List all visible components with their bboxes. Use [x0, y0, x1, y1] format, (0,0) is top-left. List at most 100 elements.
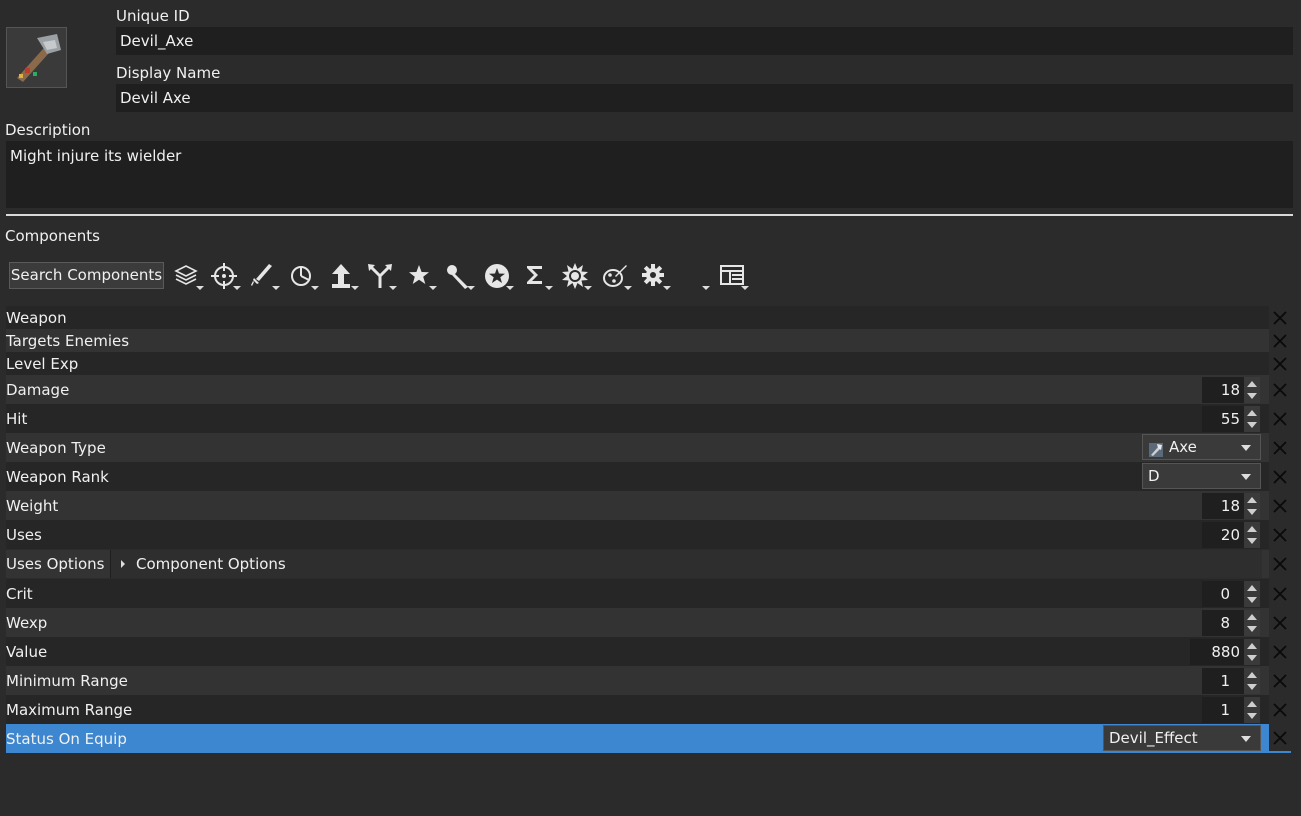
star-icon[interactable] [403, 259, 437, 293]
component-row-level-exp[interactable]: Level Exp [6, 352, 1269, 375]
spin-value: 18 [1220, 381, 1240, 399]
display-name-label: Display Name [116, 64, 221, 82]
spin-value: 20 [1220, 526, 1240, 544]
value-spinbox[interactable]: 880 [1190, 639, 1260, 665]
remove-damage-button[interactable] [1269, 375, 1291, 404]
crosshair-icon[interactable] [207, 259, 241, 293]
axe-icon [1149, 440, 1163, 464]
row-label: Damage [6, 380, 70, 399]
row-label: Weapon Rank [6, 467, 109, 486]
remove-weapon-button[interactable] [1269, 306, 1291, 329]
remove-maximum-range-button[interactable] [1269, 695, 1291, 724]
minimum-range-spinbox[interactable]: 1 [1202, 668, 1260, 694]
component-row-hit[interactable]: Hit 55 [6, 404, 1269, 433]
row-label: Maximum Range [6, 700, 133, 719]
sigma-icon[interactable] [519, 259, 553, 293]
remove-weapon-rank-button[interactable] [1269, 462, 1291, 491]
burst-icon[interactable] [558, 259, 592, 293]
unique-id-label: Unique ID [116, 7, 190, 25]
description-label: Description [5, 121, 91, 139]
spin-value: 1 [1220, 701, 1230, 719]
component-row-wexp[interactable]: Wexp 8 [6, 608, 1269, 637]
spin-value: 8 [1220, 614, 1230, 632]
blank-dropdown-icon[interactable] [676, 259, 710, 293]
weight-spinbox[interactable]: 18 [1202, 493, 1260, 519]
spin-value: 18 [1220, 497, 1240, 515]
staff-icon[interactable] [441, 259, 475, 293]
row-label: Minimum Range [6, 671, 128, 690]
component-row-minimum-range[interactable]: Minimum Range 1 [6, 666, 1269, 695]
remove-minimum-range-button[interactable] [1269, 666, 1291, 695]
remove-weight-button[interactable] [1269, 491, 1291, 520]
row-label: Value [6, 642, 48, 661]
component-row-targets-enemies[interactable]: Targets Enemies [6, 329, 1269, 352]
sword-icon[interactable] [246, 259, 280, 293]
weapon-type-value: Axe [1169, 438, 1197, 456]
pie-icon[interactable] [285, 259, 319, 293]
weapon-rank-value: D [1148, 467, 1160, 485]
component-row-maximum-range[interactable]: Maximum Range 1 [6, 695, 1269, 724]
component-options-expander[interactable]: Component Options [110, 550, 1262, 578]
branch-icon[interactable] [363, 259, 397, 293]
row-label: Crit [6, 584, 33, 603]
layers-icon[interactable] [170, 259, 204, 293]
remove-value-button[interactable] [1269, 637, 1291, 666]
remove-crit-button[interactable] [1269, 579, 1291, 608]
layout-icon[interactable] [715, 259, 749, 293]
spin-value: 880 [1211, 643, 1240, 661]
component-options-label: Component Options [136, 555, 286, 573]
weapon-rank-dropdown[interactable]: D [1142, 463, 1261, 489]
component-row-weapon-rank[interactable]: Weapon Rank D [6, 462, 1269, 491]
row-label: Uses [6, 525, 42, 544]
component-row-damage[interactable]: Damage 18 [6, 375, 1269, 404]
remove-status-on-equip-button[interactable] [1269, 724, 1291, 753]
unique-id-field[interactable]: Devil_Axe [116, 27, 1293, 55]
spin-value: 1 [1220, 672, 1230, 690]
gear-icon[interactable] [637, 259, 671, 293]
component-row-weapon[interactable]: Weapon [6, 306, 1269, 329]
row-label: Wexp [6, 613, 48, 632]
component-row-value[interactable]: Value 880 [6, 637, 1269, 666]
row-label: Weapon Type [6, 438, 106, 457]
expand-arrow-icon[interactable] [121, 560, 125, 568]
palette-icon[interactable] [598, 259, 632, 293]
display-name-field[interactable]: Devil Axe [116, 84, 1293, 112]
remove-hit-button[interactable] [1269, 404, 1291, 433]
level-up-icon[interactable] [325, 259, 359, 293]
status-on-equip-value: Devil_Effect [1109, 729, 1198, 747]
component-row-crit[interactable]: Crit 0 [6, 579, 1269, 608]
remove-weapon-type-button[interactable] [1269, 433, 1291, 462]
hit-spinbox[interactable]: 55 [1202, 406, 1260, 432]
row-label: Uses Options [6, 555, 105, 573]
remove-uses-button[interactable] [1269, 520, 1291, 549]
search-components-button[interactable]: Search Components [9, 262, 164, 289]
row-label: Weight [6, 496, 59, 515]
component-row-uses-options[interactable]: Uses Options Component Options [6, 550, 1269, 578]
spin-value: 0 [1220, 585, 1230, 603]
remove-wexp-button[interactable] [1269, 608, 1291, 637]
row-label: Weapon [6, 308, 67, 327]
weapon-type-dropdown[interactable]: Axe [1142, 434, 1261, 460]
status-on-equip-dropdown[interactable]: Devil_Effect [1103, 725, 1261, 751]
components-title: Components [5, 227, 100, 245]
item-portrait[interactable] [6, 27, 67, 88]
remove-level-exp-button[interactable] [1269, 352, 1291, 375]
divider [6, 214, 1293, 216]
row-label: Targets Enemies [6, 331, 130, 350]
wexp-spinbox[interactable]: 8 [1202, 610, 1260, 636]
remove-uses-options-button[interactable] [1269, 550, 1291, 578]
component-row-weight[interactable]: Weight 18 [6, 491, 1269, 520]
description-field[interactable]: Might injure its wielder [6, 141, 1293, 208]
crit-spinbox[interactable]: 0 [1202, 581, 1260, 607]
component-row-weapon-type[interactable]: Weapon Type Axe [6, 433, 1269, 462]
remove-targets-enemies-button[interactable] [1269, 329, 1291, 352]
row-label: Status On Equip [6, 729, 127, 748]
row-label: Hit [6, 409, 28, 428]
uses-spinbox[interactable]: 20 [1202, 522, 1260, 548]
component-row-uses[interactable]: Uses 20 [6, 520, 1269, 549]
spin-value: 55 [1220, 410, 1240, 428]
component-row-status-on-equip[interactable]: Status On Equip Devil_Effect [6, 724, 1269, 753]
badge-star-icon[interactable] [480, 259, 514, 293]
maximum-range-spinbox[interactable]: 1 [1202, 697, 1260, 723]
damage-spinbox[interactable]: 18 [1202, 377, 1260, 403]
